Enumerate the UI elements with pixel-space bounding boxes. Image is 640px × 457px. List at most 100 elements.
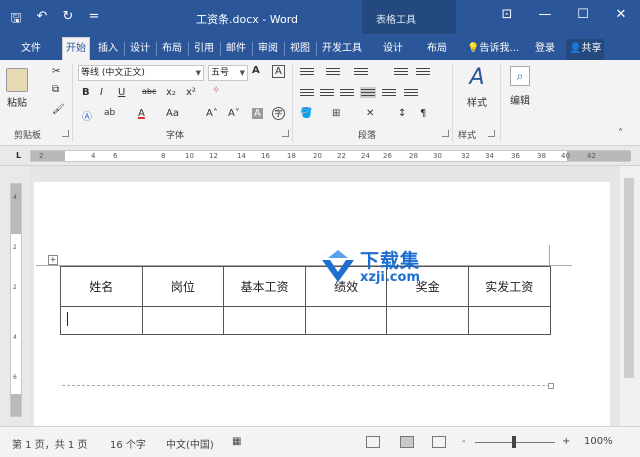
font-size-combo[interactable]: 五号 ▼ (208, 65, 248, 81)
table-cell[interactable] (304, 306, 388, 335)
subscript-button[interactable]: x₂ (166, 87, 176, 98)
tab-table-design[interactable]: 设计 (380, 39, 406, 60)
horizontal-ruler[interactable]: L 2 4 6 8 10 12 14 16 18 20 22 24 26 28 … (0, 146, 640, 166)
scrollbar-thumb[interactable] (624, 178, 634, 378)
strikethrough-button[interactable]: abc (142, 87, 156, 96)
text-effect-a-icon[interactable]: Ⓐ (82, 108, 92, 123)
undo-icon[interactable]: ↶ (34, 9, 50, 31)
format-painter-icon[interactable]: 🖌 (52, 104, 65, 115)
tab-design[interactable]: 设计 (127, 39, 153, 60)
share-button[interactable]: 👤共享 (566, 39, 605, 60)
clipboard-launcher-icon[interactable] (62, 130, 69, 137)
tab-references[interactable]: 引用 (191, 39, 217, 60)
salary-table[interactable]: 姓名 岗位 基本工资 绩效 奖金 实发工资 (60, 266, 551, 335)
italic-button[interactable]: I (100, 87, 103, 98)
table-move-handle-icon[interactable]: + (48, 255, 58, 265)
tab-table-layout[interactable]: 布局 (424, 39, 450, 60)
page-count[interactable]: 第 1 页，共 1 页 (12, 436, 87, 451)
superscript-button[interactable]: x² (186, 87, 196, 98)
shrink-font-button[interactable]: A˅ (228, 108, 240, 119)
align-right-icon[interactable] (340, 89, 354, 98)
tab-file[interactable]: 文件 (18, 39, 44, 60)
bullets-icon[interactable] (300, 68, 314, 77)
character-shading-button[interactable]: A (252, 108, 263, 119)
tell-me-search[interactable]: 💡告诉我... (464, 39, 522, 60)
zoom-out-button[interactable]: - (462, 436, 466, 447)
editing-button[interactable]: ⌕ 编辑 (504, 66, 536, 107)
tab-selector-icon[interactable]: L (16, 151, 21, 160)
font-launcher-icon[interactable] (282, 130, 289, 137)
tab-mailings[interactable]: 邮件 (223, 39, 249, 60)
align-left-icon[interactable] (300, 89, 314, 98)
table-cell[interactable] (60, 306, 143, 335)
paragraph-group-label: 段落 (358, 131, 377, 141)
ribbon: 粘贴 ✂ ⧉ 🖌 剪贴板 等线 (中文正文) ▼ 五号 ▼ A A B I U ab… (0, 60, 640, 146)
cut-icon[interactable]: ✂ (52, 66, 60, 77)
styles-launcher-icon[interactable] (488, 130, 495, 137)
justify-icon[interactable] (360, 87, 376, 98)
styles-button[interactable]: A 样式 (460, 66, 494, 110)
enclose-characters-button[interactable]: 字 (272, 107, 285, 120)
bold-button[interactable]: B (82, 87, 90, 98)
redo-icon[interactable]: ↻ (60, 9, 76, 31)
table-cell[interactable] (223, 306, 306, 335)
font-color-button[interactable]: A (138, 108, 145, 119)
phonetic-guide-icon[interactable]: A (272, 65, 285, 78)
close-button[interactable]: ✕ (602, 0, 640, 28)
tab-home[interactable]: 开始 (62, 37, 90, 60)
tab-view[interactable]: 视图 (287, 39, 313, 60)
vertical-ruler[interactable]: 4 2 2 4 6 (10, 183, 22, 417)
underline-button[interactable]: U (118, 87, 125, 98)
copy-icon[interactable]: ⧉ (52, 84, 59, 95)
grow-font-button[interactable]: A˄ (206, 108, 218, 119)
signin-link[interactable]: 登录 (532, 39, 558, 60)
zoom-level[interactable]: 100% (584, 436, 613, 447)
tab-layout[interactable]: 布局 (159, 39, 185, 60)
customize-qat-icon[interactable]: = (86, 9, 102, 31)
web-layout-icon[interactable] (432, 436, 446, 448)
tab-developer[interactable]: 开发工具 (319, 39, 365, 60)
site-watermark: 下载集 xzji.com (318, 246, 448, 292)
vertical-scrollbar[interactable] (620, 166, 640, 426)
macro-recording-icon[interactable]: ▦ (232, 436, 241, 447)
read-mode-icon[interactable] (366, 436, 380, 448)
numbering-icon[interactable] (326, 68, 340, 77)
shading-icon[interactable]: 🪣 (300, 108, 312, 119)
word-count[interactable]: 16 个字 (110, 436, 146, 451)
tab-insert[interactable]: 插入 (95, 39, 121, 60)
align-center-icon[interactable] (320, 89, 334, 98)
zoom-in-button[interactable]: + (562, 436, 570, 447)
ribbon-display-options-icon[interactable]: ⊡ (488, 0, 526, 28)
table-cell[interactable] (386, 306, 469, 335)
show-marks-icon[interactable]: ¶ (420, 108, 426, 119)
change-case-button[interactable]: Aa (166, 108, 179, 119)
table-cell[interactable]: 基本工资 (223, 266, 306, 307)
clear-format-icon[interactable]: A (252, 65, 260, 76)
asian-layout-icon[interactable]: ✕ (366, 108, 374, 119)
language-indicator[interactable]: 中文(中国) (166, 436, 214, 451)
tab-review[interactable]: 审阅 (255, 39, 281, 60)
table-cell[interactable]: 岗位 (141, 266, 225, 307)
table-cell[interactable] (141, 306, 225, 335)
highlight-button[interactable]: ab (104, 108, 115, 118)
table-cell[interactable]: 姓名 (60, 266, 143, 307)
borders-icon[interactable]: ⊞ (332, 108, 340, 119)
paste-button[interactable]: 粘贴 (6, 68, 28, 109)
print-layout-icon[interactable] (400, 436, 414, 448)
maximize-button[interactable]: ☐ (564, 0, 602, 28)
decrease-indent-icon[interactable] (394, 68, 408, 77)
collapse-ribbon-icon[interactable]: ˄ (618, 128, 623, 139)
table-cell[interactable] (467, 306, 551, 335)
paragraph-launcher-icon[interactable] (442, 130, 449, 137)
multilevel-list-icon[interactable] (354, 68, 368, 77)
line-spacing-icon[interactable] (404, 89, 418, 98)
sort-icon[interactable]: ↕ (398, 108, 406, 119)
font-name-combo[interactable]: 等线 (中文正文) ▼ (78, 65, 204, 81)
text-effects-icon[interactable]: ✧ (212, 85, 220, 96)
table-cell[interactable]: 实发工资 (467, 266, 551, 307)
zoom-slider-handle[interactable] (512, 436, 516, 448)
minimize-button[interactable]: — (526, 0, 564, 28)
save-icon[interactable]: 🖫 (8, 9, 24, 31)
increase-indent-icon[interactable] (416, 68, 430, 77)
distributed-icon[interactable] (382, 89, 396, 98)
